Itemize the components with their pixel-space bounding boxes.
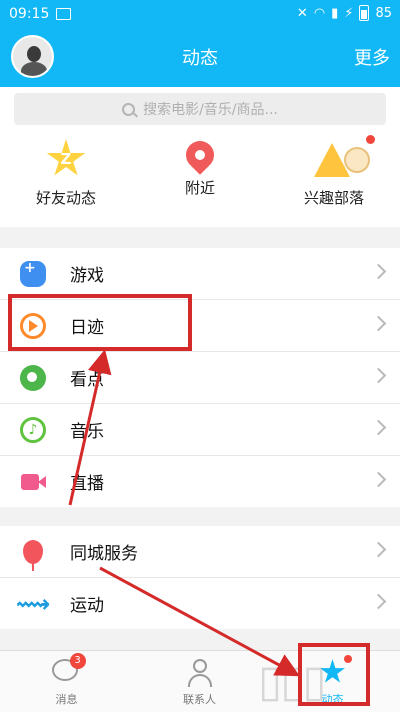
tribe-tent-icon (314, 135, 375, 179)
mute-icon: ✕ (296, 5, 308, 21)
list-item-city-service[interactable]: 同城服务 (0, 526, 400, 578)
list-item-sport[interactable]: ⟿ 运动 (0, 578, 400, 629)
search-input[interactable]: 搜索电影/音乐/商品... (14, 93, 386, 125)
tab-label: 联系人 (183, 693, 216, 706)
search-icon (122, 102, 136, 116)
top-panel: 搜索电影/音乐/商品... Z 好友动态 附近 兴趣部落 (0, 87, 400, 227)
annotation-box-tab (298, 643, 370, 706)
gallery-notification-icon (56, 8, 71, 20)
chevron-right-icon (370, 593, 387, 610)
feature-list-2: 同城服务 ⟿ 运动 (0, 526, 400, 629)
running-icon: ⟿ (15, 589, 51, 618)
gamepad-icon (20, 260, 46, 287)
chevron-right-icon (370, 315, 387, 332)
list-item-game[interactable]: 游戏 (0, 248, 400, 300)
charging-icon: ⚡ (344, 5, 354, 21)
status-icons: ✕ ◠ ▮ ⚡ 85 (297, 5, 392, 21)
list-item-label: 直播 (70, 474, 104, 494)
balloon-icon (20, 539, 46, 571)
chevron-right-icon (370, 471, 387, 488)
app-header: 09:15 ✕ ◠ ▮ ⚡ 85 动态 更多 (0, 0, 400, 87)
quick-entry-tribe[interactable]: 兴趣部落 (274, 135, 394, 208)
chevron-right-icon (370, 367, 387, 384)
unread-badge: 3 (69, 653, 86, 669)
status-bar: 09:15 ✕ ◠ ▮ ⚡ 85 (0, 0, 400, 28)
list-item-label: 看点 (70, 370, 104, 390)
location-pin-icon (180, 135, 220, 175)
list-item-label: 运动 (70, 596, 104, 616)
chevron-right-icon (370, 263, 387, 280)
search-placeholder: 搜索电影/音乐/商品... (143, 102, 278, 118)
list-item-music[interactable]: ♪ 音乐 (0, 404, 400, 456)
chevron-right-icon (370, 541, 387, 558)
quick-entry-label: 附近 (184, 179, 215, 197)
status-time: 09:15 (9, 6, 50, 22)
battery-level: 85 (375, 5, 392, 21)
eye-icon (20, 364, 46, 391)
contacts-person-icon (185, 659, 215, 689)
tab-label: 消息 (55, 693, 78, 706)
list-item-live[interactable]: 直播 (0, 456, 400, 507)
wifi-icon: ◠ (313, 5, 326, 21)
page-title: 动态 (182, 48, 218, 69)
list-item-label: 音乐 (70, 422, 104, 442)
tab-messages[interactable]: 3 消息 (0, 651, 133, 712)
signal-icon: ▮ (331, 5, 339, 21)
quick-entry-label: 好友动态 (35, 189, 96, 207)
notification-dot (366, 135, 375, 144)
annotation-box-diary (8, 294, 192, 351)
video-camera-icon (20, 469, 46, 495)
message-bubble-icon: 3 (51, 653, 86, 689)
feature-list-1: 游戏 日迹 看点 ♪ 音乐 直播 (0, 248, 400, 507)
battery-icon (359, 5, 370, 21)
quick-entry-nearby[interactable]: 附近 (140, 135, 260, 198)
tab-contacts[interactable]: 联系人 (133, 651, 266, 712)
quick-entry-label: 兴趣部落 (303, 189, 364, 207)
list-item-label: 游戏 (70, 266, 104, 286)
list-item-label: 同城服务 (70, 544, 138, 564)
qzone-star-icon: Z (46, 139, 86, 176)
quick-entry-friends[interactable]: Z 好友动态 (6, 139, 126, 208)
more-button[interactable]: 更多 (354, 44, 390, 70)
chevron-right-icon (370, 419, 387, 436)
list-item-kandian[interactable]: 看点 (0, 352, 400, 404)
music-note-icon: ♪ (20, 416, 46, 443)
